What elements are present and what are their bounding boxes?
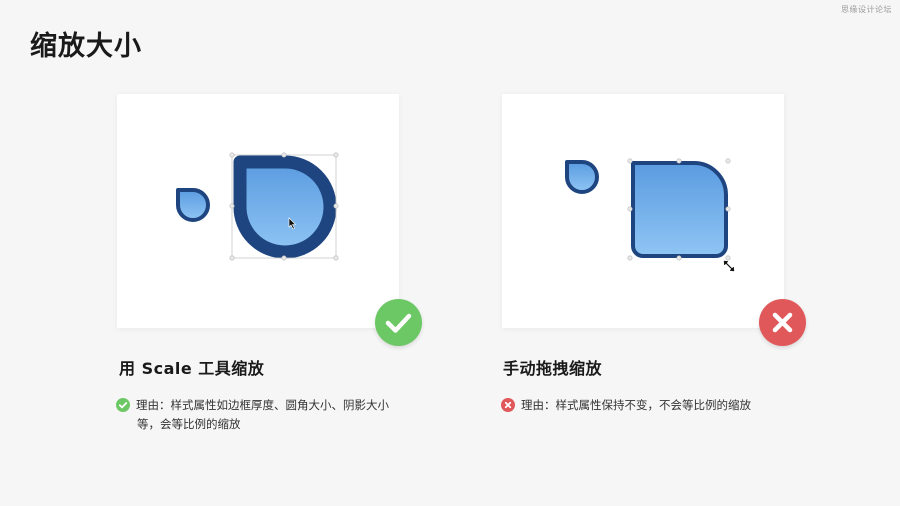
manual-drag-heading: 手动拖拽缩放 [503,359,603,378]
large-teardrop-shape[interactable] [233,155,337,259]
scale-tool-example-panel [117,94,399,328]
incorrect-badge [759,299,806,346]
scale-tool-reason: 理由：样式属性如边框厚度、圆角大小、阴影大小 等，会等比例的缩放 [116,396,396,434]
cross-circle-icon [501,398,515,412]
correct-badge [375,299,422,346]
manual-drag-illustration [565,158,735,272]
check-icon [385,313,412,333]
reason-text-line1: 理由：样式属性保持不变，不会等比例的缩放 [521,398,751,412]
scale-tool-heading: 用 Scale 工具缩放 [119,359,265,378]
scale-tool-illustration [176,152,339,261]
manual-drag-example-panel [502,94,784,328]
page-title: 缩放大小 [30,31,142,62]
resize-cursor-icon [723,260,735,272]
check-circle-icon [116,398,130,412]
manual-drag-reason: 理由：样式属性保持不变，不会等比例的缩放 [501,396,801,415]
stretched-rounded-shape[interactable] [631,161,728,258]
small-teardrop-shape [176,188,210,222]
cross-icon [772,312,793,333]
small-teardrop-shape [565,160,599,194]
reason-text-line2: 等，会等比例的缩放 [137,417,241,431]
reason-text-line1: 理由：样式属性如边框厚度、圆角大小、阴影大小 [136,398,389,412]
watermark: 思缘设计论坛 [841,5,892,14]
